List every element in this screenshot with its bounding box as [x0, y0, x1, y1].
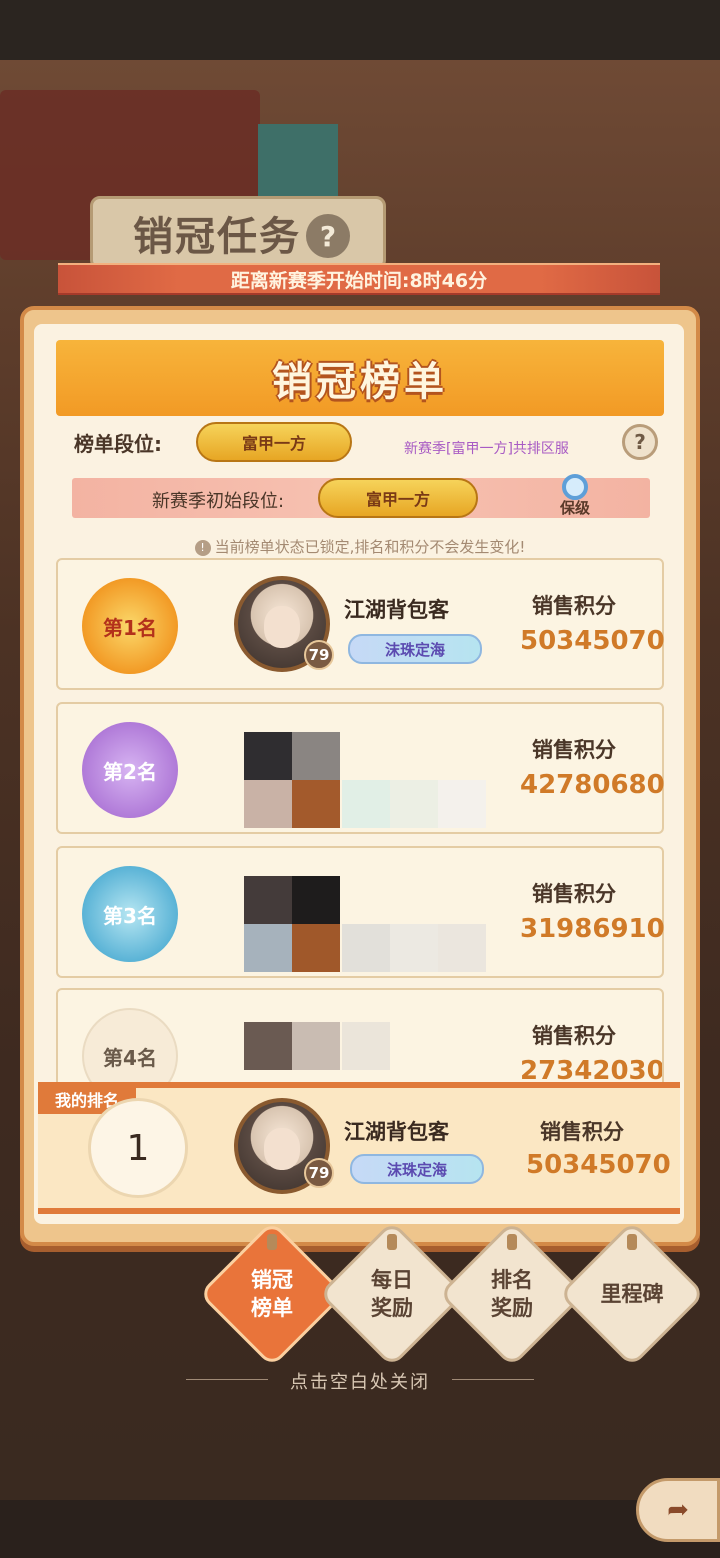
score-title: 销售积分: [532, 1024, 616, 1048]
blurred-title: [390, 780, 438, 828]
score-title: 销售积分: [532, 738, 616, 762]
my-rank-number: 1: [126, 1127, 150, 1169]
blurred-avatar: [244, 924, 292, 972]
lock-notice: ! 当前榜单状态已锁定,排名和积分不会发生变化!: [0, 536, 720, 557]
rank-row-1[interactable]: 第1名 79 江湖背包客 沫珠定海 销售积分 50345070: [56, 558, 665, 690]
blurred-avatar: [292, 780, 340, 828]
rank-row-4[interactable]: 第4名 销售积分 27342030: [56, 988, 664, 1088]
avatar-face: [264, 606, 300, 648]
tier-label: 榜单段位:: [74, 432, 162, 456]
my-player-name: 江湖背包客: [344, 1120, 449, 1144]
tab-label-line2: 榜单: [251, 1296, 293, 1320]
my-title-tag: 沫珠定海: [350, 1154, 484, 1184]
keep-tier-badge: 保级: [554, 478, 596, 518]
rank-row-2[interactable]: 第2名 销售积分 42780680: [56, 702, 665, 834]
bottom-bar: [0, 1500, 720, 1558]
my-level-badge: 79: [304, 1158, 334, 1188]
my-rank-medal: 1: [88, 1098, 188, 1198]
tier-badge: 富甲一方: [196, 422, 352, 462]
exclamation-icon: !: [194, 540, 211, 556]
blurred-avatar: [292, 876, 340, 924]
rank-medal-3: 第3名: [82, 866, 178, 962]
top-bar: [0, 0, 720, 60]
blurred-avatar: [244, 1022, 292, 1070]
question-icon[interactable]: ?: [306, 214, 350, 258]
blurred-avatar: [244, 780, 292, 828]
tier-name: 富甲一方: [241, 434, 306, 453]
blurred-avatar: [292, 924, 340, 972]
keep-tier-label: 保级: [559, 499, 590, 517]
player-name: 江湖背包客: [344, 598, 449, 622]
blurred-avatar: [244, 876, 292, 924]
lock-notice-text: 当前榜单状态已锁定,排名和积分不会发生变化!: [214, 538, 526, 556]
level-badge: 79: [304, 640, 334, 670]
rank-label: 第4名: [103, 1045, 157, 1070]
initial-tier-name: 富甲一方: [365, 490, 430, 509]
tab-pin: [267, 1234, 277, 1250]
tab-label-line1: 每日: [371, 1268, 413, 1292]
title-tag-text: 沫珠定海: [384, 640, 445, 659]
rank-label: 第3名: [103, 903, 157, 928]
season-countdown-text: 距离新赛季开始时间:8时46分: [230, 269, 488, 292]
leaderboard-title: 销冠榜单: [272, 359, 448, 405]
avatar-face: [264, 1128, 300, 1170]
blurred-avatar: [292, 732, 340, 780]
tab-rank-reward-label[interactable]: 排名 奖励: [462, 1266, 562, 1322]
blurred-title: [438, 780, 486, 828]
tab-label-line1: 销冠: [251, 1268, 293, 1292]
leaderboard-header: 销冠榜单: [56, 340, 664, 416]
my-title-tag-text: 沫珠定海: [386, 1160, 447, 1179]
score-title: 销售积分: [532, 882, 616, 906]
tier-help-icon[interactable]: ?: [622, 424, 658, 460]
tab-leaderboard-label[interactable]: 销冠 榜单: [222, 1266, 322, 1322]
my-score-title: 销售积分: [540, 1120, 624, 1144]
tab-pin: [387, 1234, 397, 1250]
tier-note: 新赛季[富甲一方]共排区服: [404, 441, 569, 457]
tab-milestone-label[interactable]: 里程碑: [582, 1280, 682, 1308]
tab-daily-reward-label[interactable]: 每日 奖励: [342, 1266, 442, 1322]
blurred-avatar: [292, 1022, 340, 1070]
score-value: 31986910: [520, 914, 665, 944]
tab-label-line2: 奖励: [371, 1296, 413, 1320]
rank-medal-1: 第1名: [82, 578, 178, 674]
score-title: 销售积分: [532, 594, 616, 618]
score-value: 50345070: [520, 626, 665, 656]
tab-pin: [627, 1234, 637, 1250]
score-value: 42780680: [520, 770, 665, 800]
title-tag: 沫珠定海: [348, 634, 482, 664]
rank-medal-4: 第4名: [82, 1008, 178, 1086]
my-score-value: 50345070: [526, 1150, 671, 1180]
tab-label-line1: 里程碑: [600, 1282, 664, 1306]
rank-label: 第2名: [103, 759, 157, 784]
rank-medal-2: 第2名: [82, 722, 178, 818]
tab-label-line2: 奖励: [491, 1296, 533, 1320]
blurred-avatar: [244, 732, 292, 780]
initial-tier-label: 新赛季初始段位:: [152, 491, 285, 512]
season-countdown-banner: 距离新赛季开始时间:8时46分: [58, 263, 660, 295]
blurred-title: [438, 924, 486, 972]
rank-label: 第1名: [103, 615, 157, 640]
blurred-title: [390, 924, 438, 972]
task-title: 销冠任务: [133, 214, 301, 260]
rank-row-3[interactable]: 第3名 销售积分 31986910: [56, 846, 665, 978]
blurred-title: [342, 924, 390, 972]
tab-pin: [507, 1234, 517, 1250]
close-hint[interactable]: 点击空白处关闭: [0, 1368, 720, 1394]
tab-label-line1: 排名: [491, 1268, 533, 1292]
blurred-avatar: [342, 1022, 390, 1070]
initial-tier-badge: 富甲一方: [318, 478, 478, 518]
back-arrow-icon[interactable]: ➦: [636, 1478, 720, 1542]
blurred-title: [342, 780, 390, 828]
